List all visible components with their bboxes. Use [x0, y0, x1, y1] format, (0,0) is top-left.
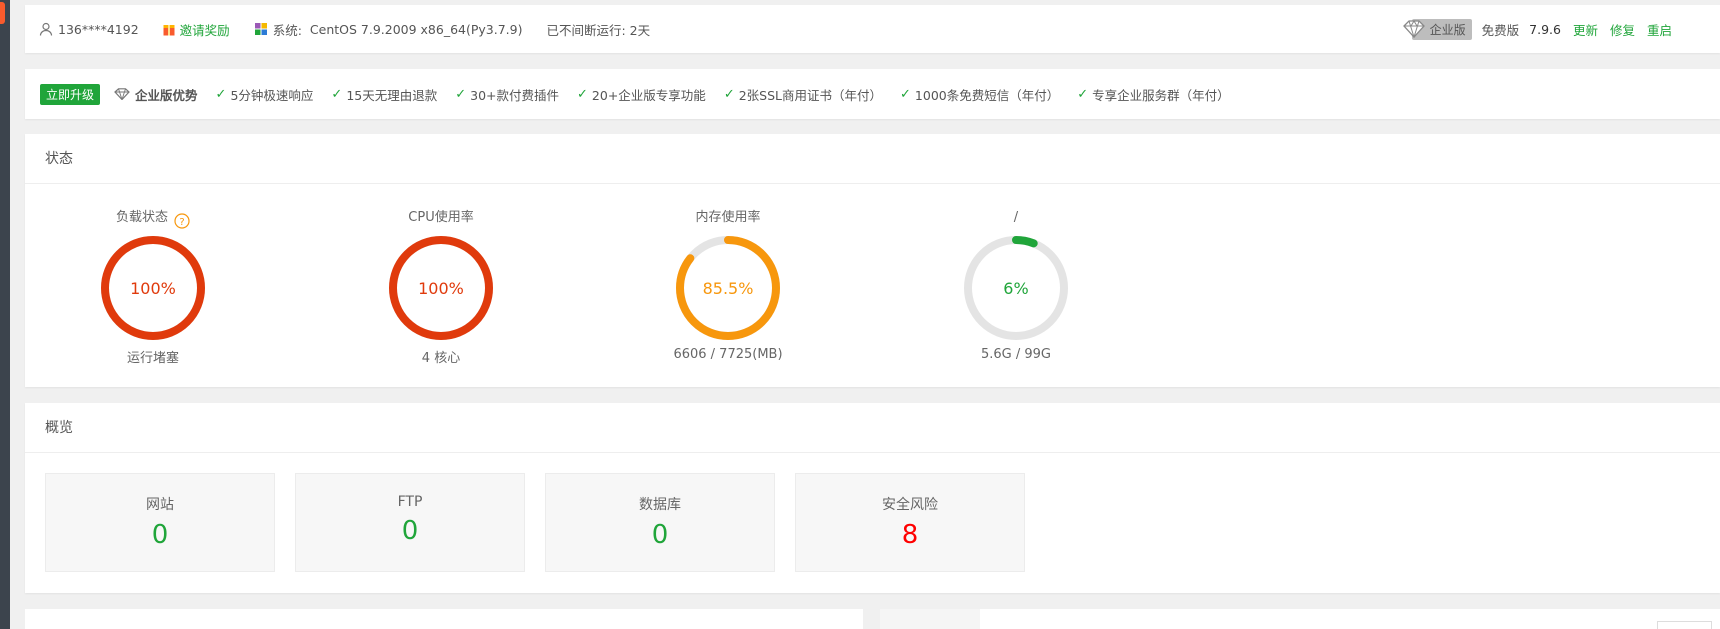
system-label: 系统:	[272, 22, 302, 38]
gauge-subtitle: 5.6G / 99G	[980, 347, 1051, 362]
uptime-text: 已不间断运行: 2天	[546, 22, 651, 38]
gauge-title-text: 负载状态	[115, 210, 168, 225]
invite-reward-link[interactable]: 邀请奖励	[163, 20, 230, 39]
software-panel	[25, 609, 863, 629]
update-button[interactable]: 更新	[1573, 20, 1598, 39]
overview-card-websites[interactable]: 网站 0	[45, 473, 275, 572]
gauge-ring: 100%	[101, 236, 205, 340]
version-label: 7.9.6	[1529, 21, 1561, 37]
load-gauge[interactable]: 负载状态 ? 100% 运行堵塞	[88, 209, 218, 366]
gauge-title-text: /	[1013, 210, 1019, 225]
overview-card-value: 8	[901, 520, 919, 550]
gauge-title-text: CPU使用率	[408, 210, 474, 225]
overview-card-value: 0	[401, 516, 419, 546]
check-icon: ✓	[1077, 86, 1089, 102]
overview-card-label: 数据库	[639, 497, 681, 513]
feature-label: 2张SSL商用证书（年付）	[738, 87, 883, 103]
gauge-title-text: 内存使用率	[695, 210, 761, 225]
help-icon[interactable]: ?	[174, 207, 190, 229]
feature-label: 5分钟极速响应	[230, 87, 314, 103]
overview-card-label: 网站	[146, 497, 174, 513]
edition-label: 免费版	[1481, 22, 1520, 38]
gauge-subtitle: 运行堵塞	[126, 351, 179, 366]
feature-item: ✓ 20+企业版专享功能	[577, 85, 706, 104]
gauge-ring: 6%	[964, 236, 1068, 340]
overview-card-security-risk[interactable]: 安全风险 8	[795, 473, 1025, 572]
status-panel-title: 状态	[25, 134, 1720, 184]
diamond-icon	[1402, 20, 1426, 38]
gift-icon	[163, 23, 175, 36]
gauge-title: /	[951, 209, 1081, 227]
gauge-value: 6%	[1003, 279, 1028, 298]
feature-item: ✓ 5分钟极速响应	[216, 85, 314, 104]
gauge-ring: 85.5%	[676, 236, 780, 340]
system-icon	[254, 22, 268, 36]
gauge-subtitle: 4 核心	[421, 351, 461, 366]
cpu-gauge[interactable]: CPU使用率 100% 4 核心	[376, 209, 506, 366]
gauge-title: 内存使用率	[663, 209, 793, 227]
gauge-value: 100%	[130, 279, 176, 298]
system-info: 系统: CentOS 7.9.2009 x86_64(Py3.7.9)	[254, 20, 523, 39]
feature-item: ✓ 2张SSL商用证书（年付）	[724, 85, 882, 104]
overview-card-value: 0	[651, 520, 669, 550]
check-icon: ✓	[577, 86, 588, 102]
overview-card-databases[interactable]: 数据库 0	[545, 473, 775, 572]
system-value: CentOS 7.9.2009 x86_64(Py3.7.9)	[309, 21, 523, 37]
check-icon: ✓	[723, 86, 735, 102]
overview-card-label: FTP	[397, 494, 423, 510]
tab-traffic[interactable]	[880, 609, 980, 629]
feature-label: 1000条免费短信（年付）	[914, 87, 1060, 103]
diamond-icon	[114, 88, 130, 100]
user-phone: 136****4192	[58, 21, 139, 37]
advantages-label: 企业版优势	[135, 87, 198, 103]
feature-item: ✓ 30+款付费插件	[455, 85, 559, 104]
upgrade-now-button[interactable]: 立即升级	[40, 83, 101, 105]
check-icon: ✓	[900, 86, 911, 102]
gauge-value: 85.5%	[703, 279, 754, 298]
svg-text:?: ?	[179, 217, 184, 228]
overview-panel: 概览 网站 0 FTP 0 数据库 0 安全风险 8	[25, 403, 1720, 593]
feature-label: 30+款付费插件	[470, 87, 560, 103]
feature-label: 专享企业服务群（年付）	[1092, 87, 1230, 103]
feature-label: 20+企业版专享功能	[591, 87, 706, 103]
gauge-ring: 100%	[389, 236, 493, 340]
restart-button[interactable]: 重启	[1647, 20, 1672, 39]
feature-item: ✓ 1000条免费短信（年付）	[900, 85, 1059, 104]
overview-card-label: 安全风险	[882, 497, 938, 513]
user-icon	[39, 22, 53, 36]
gauge-subtitle: 6606 / 7725(MB)	[673, 347, 783, 362]
status-panel: 状态 负载状态 ? 100% 运行堵塞 CPU使用率 100% 4 核心 内存使…	[25, 134, 1720, 387]
enterprise-advantages-title: 企业版优势	[114, 85, 198, 104]
check-icon: ✓	[215, 86, 227, 102]
panel-select[interactable]	[1657, 621, 1712, 629]
memory-gauge[interactable]: 内存使用率 85.5% 6606 / 7725(MB)	[663, 209, 793, 362]
gauge-title: CPU使用率	[376, 209, 506, 227]
top-info-bar: 136****4192 邀请奖励 系统: CentOS 7.9.2009 x86…	[25, 5, 1720, 53]
sidebar-active-marker	[0, 2, 5, 24]
feature-label: 15天无理由退款	[346, 87, 438, 103]
uptime: 已不间断运行: 2天	[547, 20, 651, 39]
feature-item: ✓ 15天无理由退款	[331, 85, 437, 104]
overview-card-value: 0	[151, 520, 169, 550]
feature-item: ✓ 专享企业服务群（年付）	[1077, 85, 1229, 104]
gauge-title: 负载状态 ?	[88, 207, 218, 229]
user-account[interactable]: 136****4192	[39, 22, 139, 37]
sidebar	[0, 0, 10, 629]
repair-button[interactable]: 修复	[1610, 20, 1635, 39]
topbar-actions: 企业版 免费版 7.9.6 更新 修复 重启	[1402, 5, 1672, 53]
overview-panel-title: 概览	[25, 403, 1720, 453]
disk-gauge[interactable]: / 6% 5.6G / 99G	[951, 209, 1081, 362]
enterprise-badge[interactable]: 企业版	[1402, 18, 1472, 40]
check-icon: ✓	[455, 86, 467, 102]
invite-reward-label: 邀请奖励	[179, 22, 230, 38]
enterprise-upgrade-bar: 立即升级 企业版优势 ✓ 5分钟极速响应 ✓ 15天无理由退款 ✓ 30+款付费插件 …	[25, 69, 1720, 119]
check-icon: ✓	[331, 86, 343, 102]
overview-card-ftp[interactable]: FTP 0	[295, 473, 525, 572]
gauge-value: 100%	[418, 279, 464, 298]
traffic-panel	[880, 609, 1720, 629]
